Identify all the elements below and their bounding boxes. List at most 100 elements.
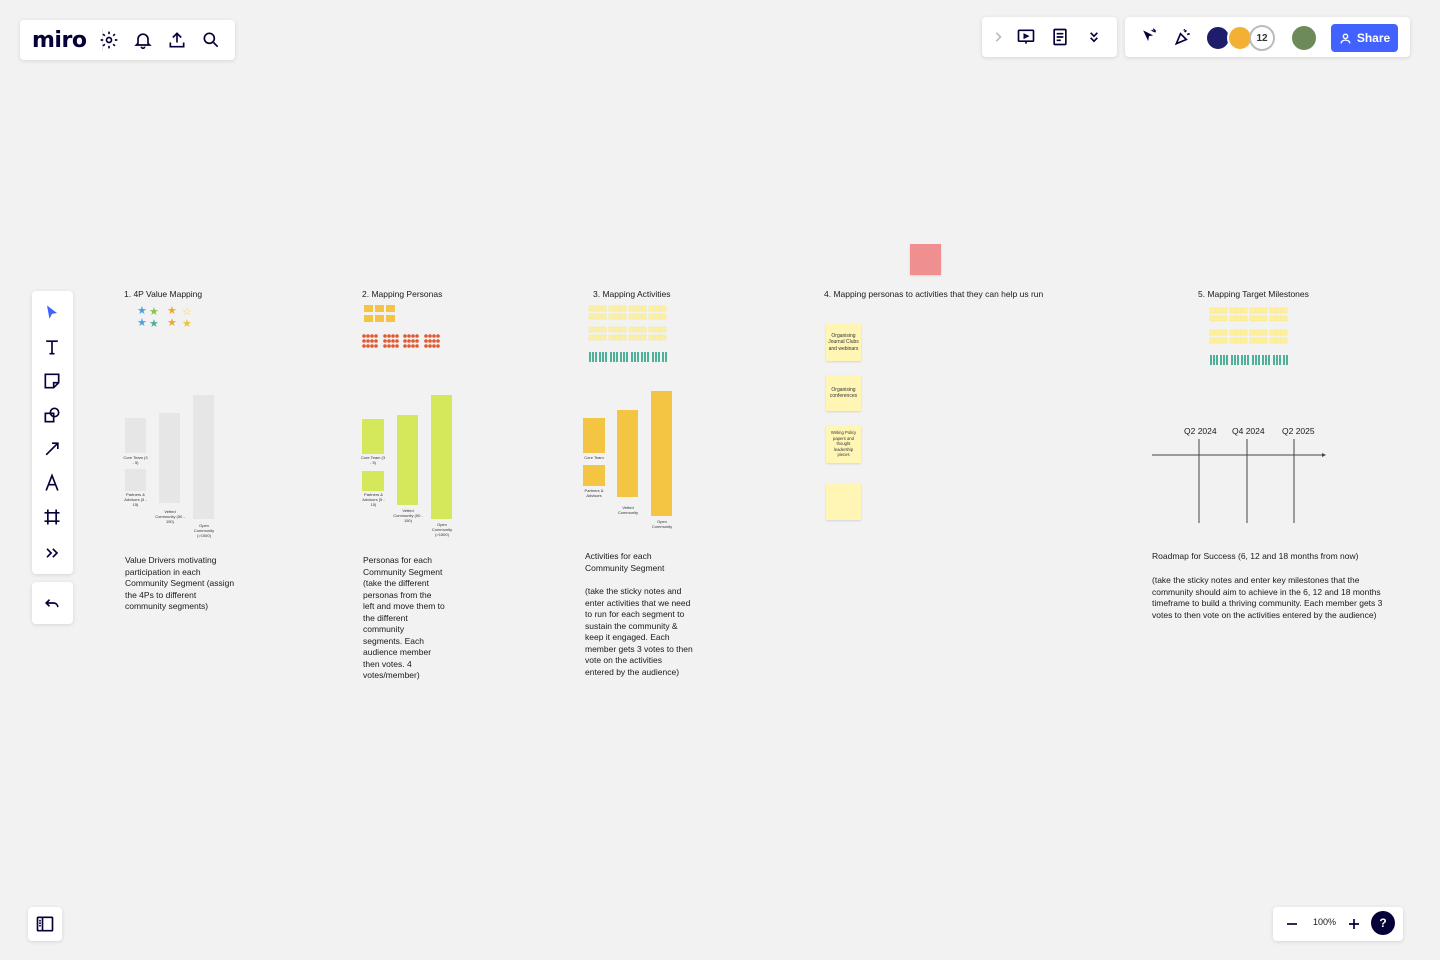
bar-open — [651, 391, 672, 516]
activity-sticky-note[interactable]: Organising conferences — [826, 375, 861, 411]
activity-sticky-note[interactable]: Organising Journal Clubs and webinars — [826, 324, 861, 361]
section-3-title: 3. Mapping Activities — [593, 289, 671, 299]
select-cursor-icon[interactable] — [38, 299, 66, 327]
cursor-select-icon[interactable] — [1135, 23, 1163, 51]
bar-core-team — [583, 418, 605, 453]
person-icons[interactable] — [1209, 354, 1291, 366]
sticky-note-pad[interactable] — [588, 305, 668, 345]
milestone-label: Q2 2024 — [1184, 426, 1217, 436]
sidebar-toggle-icon[interactable] — [31, 910, 59, 938]
zoom-panel: 100% ? — [1273, 907, 1403, 941]
label-vetted: Vetted Community (50 - 150) — [393, 508, 423, 523]
chevron-right-icon[interactable] — [984, 23, 1012, 51]
collaborator-count-badge[interactable]: 12 — [1249, 25, 1275, 51]
label-core-team: Core Team — [584, 455, 604, 460]
label-open: Open Community (>1500) — [193, 523, 215, 538]
label-open: Open Community (>1500) — [431, 522, 453, 537]
bar-vetted — [617, 410, 638, 497]
section-5-description: Roadmap for Success (6, 12 and 18 months… — [1152, 551, 1359, 561]
section-3-instructions: (take the sticky notes and enter activit… — [585, 586, 693, 677]
person-icons[interactable] — [588, 351, 670, 363]
label-vetted: Vetted Community (50 - 150) — [155, 509, 185, 524]
vote-dots[interactable] — [362, 333, 444, 349]
bar-partners — [583, 465, 605, 486]
zoom-out-icon[interactable] — [1278, 910, 1306, 938]
star-icon: ★ — [149, 318, 159, 330]
user-avatar[interactable] — [1290, 24, 1318, 52]
milestone-label: Q4 2024 — [1232, 426, 1265, 436]
star-icon: ☆ — [182, 306, 192, 318]
label-core-team: Core Team (3 - 5) — [360, 455, 386, 465]
section-5-instructions: (take the sticky notes and enter key mil… — [1152, 575, 1383, 620]
persona-card[interactable] — [364, 315, 373, 322]
bar-partners — [125, 469, 146, 491]
collaboration-toolbar: 12 Share — [1125, 17, 1410, 57]
help-button[interactable]: ? — [1371, 911, 1395, 935]
sticky-note-icon[interactable] — [38, 367, 66, 395]
presentation-toolbar — [982, 17, 1117, 57]
zoom-in-icon[interactable] — [1340, 910, 1368, 938]
settings-gear-icon[interactable] — [95, 26, 123, 54]
label-open: Open Community — [651, 519, 673, 529]
persona-card[interactable] — [386, 315, 395, 322]
celebrate-icon[interactable] — [1169, 23, 1197, 51]
star-icon: ★ — [182, 318, 192, 330]
more-tools-icon[interactable] — [38, 539, 66, 567]
bar-open — [431, 395, 452, 519]
notifications-bell-icon[interactable] — [129, 26, 157, 54]
star-icons[interactable]: ★ ★ ★ ★ ★ ☆ ★ ★ — [137, 306, 197, 330]
section-2-title: 2. Mapping Personas — [362, 289, 443, 299]
label-partners: Partners & Advisors (5 - 15) — [124, 492, 147, 507]
share-button[interactable]: Share — [1331, 24, 1398, 52]
section-1-description: Value Drivers motivating participation i… — [125, 555, 235, 611]
bar-open — [193, 395, 214, 519]
star-icon: ★ — [137, 317, 147, 329]
star-icon: ★ — [149, 306, 159, 318]
notes-icon[interactable] — [1046, 23, 1074, 51]
shapes-icon[interactable] — [38, 401, 66, 429]
persona-cards-grid[interactable] — [364, 305, 396, 323]
chevron-double-down-icon[interactable] — [1080, 23, 1108, 51]
tools-toolbar — [32, 291, 73, 574]
section-3-description: Activities for each Community Segment — [585, 551, 665, 573]
miro-logo[interactable]: miro — [32, 28, 87, 53]
label-core-team: Core Team (3 - 5) — [123, 455, 148, 465]
empty-sticky-note[interactable] — [826, 483, 861, 520]
search-icon[interactable] — [197, 26, 225, 54]
section-4-title: 4. Mapping personas to activities that t… — [824, 289, 1044, 299]
star-icon: ★ — [137, 305, 147, 317]
bar-vetted — [159, 413, 180, 503]
sidebar-toggle-panel — [28, 907, 62, 941]
label-partners: Partners & Advisors (5 - 15) — [362, 492, 385, 507]
bar-core-team — [362, 419, 384, 454]
presentation-icon[interactable] — [1012, 23, 1040, 51]
red-sticky-note[interactable] — [910, 244, 941, 275]
section-5-title: 5. Mapping Target Milestones — [1198, 289, 1309, 299]
zoom-level[interactable]: 100% — [1313, 917, 1336, 927]
user-icon — [1340, 32, 1351, 43]
star-icon: ★ — [167, 317, 177, 329]
section-1-title: 1. 4P Value Mapping — [124, 289, 203, 299]
pen-icon[interactable] — [38, 469, 66, 497]
persona-card[interactable] — [386, 305, 395, 312]
bar-vetted — [397, 415, 418, 505]
frame-icon[interactable] — [38, 503, 66, 531]
timeline — [1152, 439, 1326, 523]
activity-sticky-note[interactable]: Writing Policy papers and thought leader… — [826, 425, 861, 463]
undo-icon[interactable] — [38, 589, 66, 617]
persona-card[interactable] — [375, 305, 384, 312]
top-left-toolbar: miro — [20, 20, 235, 60]
text-tool-icon[interactable] — [38, 333, 66, 361]
persona-card[interactable] — [364, 305, 373, 312]
bar-core-team — [125, 418, 146, 453]
connection-line-icon[interactable] — [38, 435, 66, 463]
upload-export-icon[interactable] — [163, 26, 191, 54]
star-icon: ★ — [167, 305, 177, 317]
sticky-note-pad[interactable] — [1209, 307, 1289, 347]
milestone-label: Q2 2025 — [1282, 426, 1315, 436]
undo-panel — [32, 582, 73, 624]
bar-partners — [362, 471, 384, 491]
label-vetted: Vetted Community — [617, 505, 639, 515]
persona-card[interactable] — [375, 315, 384, 322]
share-label: Share — [1356, 31, 1391, 45]
